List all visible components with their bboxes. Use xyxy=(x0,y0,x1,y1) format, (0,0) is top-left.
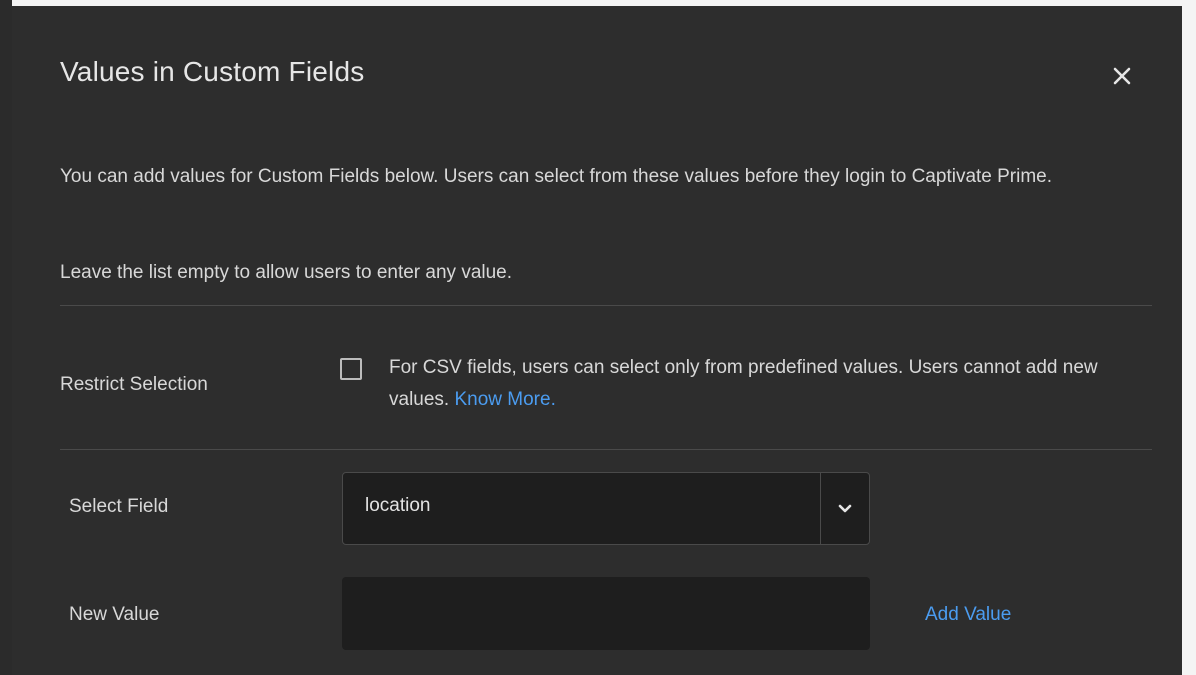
add-value-button[interactable]: Add Value xyxy=(925,604,1011,626)
dialog-hint: Leave the list empty to allow users to e… xyxy=(60,262,513,283)
background-edge xyxy=(0,0,12,675)
close-button[interactable] xyxy=(1102,56,1142,96)
restrict-selection-help: For CSV fields, users can select only fr… xyxy=(389,352,1149,416)
new-value-label: New Value xyxy=(69,604,160,625)
restrict-selection-label: Restrict Selection xyxy=(60,374,208,395)
custom-field-values-dialog: Values in Custom Fields You can add valu… xyxy=(12,6,1182,675)
restrict-selection-checkbox[interactable] xyxy=(340,358,362,380)
dropdown-toggle[interactable] xyxy=(821,473,869,544)
chevron-down-icon xyxy=(838,504,852,512)
screen: Values in Custom Fields You can add valu… xyxy=(0,0,1196,675)
close-icon xyxy=(1113,67,1131,85)
divider xyxy=(60,305,1152,306)
dialog-title: Values in Custom Fields xyxy=(60,56,365,87)
new-value-input[interactable] xyxy=(342,577,870,650)
divider xyxy=(60,449,1152,450)
select-field-value: location xyxy=(365,495,431,516)
dialog-description: You can add values for Custom Fields bel… xyxy=(60,166,1053,187)
know-more-link[interactable]: Know More. xyxy=(454,389,555,410)
select-field-label: Select Field xyxy=(69,496,169,517)
select-field-dropdown[interactable]: location xyxy=(342,472,870,545)
